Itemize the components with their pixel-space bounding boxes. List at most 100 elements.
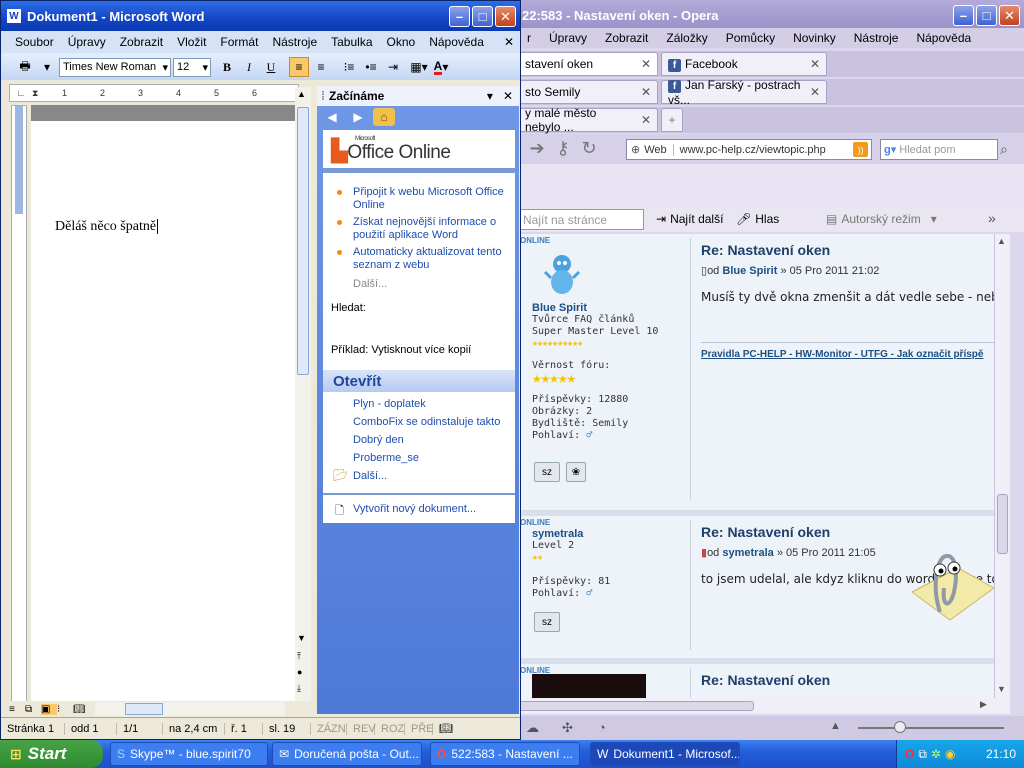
document-text[interactable]: Děláš něco špatně [55,219,162,235]
menu-item-edit[interactable]: Úpravy [61,35,113,49]
menu-item[interactable]: r [518,31,540,45]
menu-item-help[interactable]: Nápověda [907,31,980,45]
close-document-icon[interactable]: ✕ [497,35,520,49]
maximize-button[interactable]: □ [976,5,997,26]
status-ext[interactable]: ROZ [375,722,405,735]
bullets-button[interactable]: •≡ [361,57,381,77]
google-icon[interactable]: g▾ [884,143,896,156]
minimize-button[interactable]: – [449,6,470,27]
outline-view-icon[interactable]: ⁝ [57,704,73,715]
web-view-icon[interactable]: ⧉ [25,704,41,715]
post-title[interactable]: Re: Nastavení oken [701,524,830,540]
italic-button[interactable]: I [239,57,259,77]
forward-icon[interactable]: ▶ [347,108,369,126]
forward-icon[interactable]: ➔ [524,138,550,159]
voice-button[interactable]: 🎤︎ Hlas [736,212,779,226]
grip-icon[interactable]: ⁞ [321,89,325,103]
taskbar-button-outlook[interactable]: ✉ Doručená pošta - Out... [272,742,422,766]
tab-facebook[interactable]: f Facebook ✕ [661,52,827,76]
new-tab-button[interactable]: + [661,108,683,132]
more-toolbar-icon[interactable]: » [988,210,996,226]
close-icon[interactable]: ✕ [503,89,513,103]
icq-icon[interactable]: ❀ [566,462,586,482]
find-input[interactable]: Najít na stránce [518,209,644,230]
spelling-icon[interactable]: 📖︎ [433,722,459,735]
post-title[interactable]: Re: Nastavení oken [701,672,830,688]
align-center-button[interactable]: ≡ [311,57,331,77]
author-mode-button[interactable]: ▤ Autorský režim ▾ [826,212,937,226]
menu-item-feeds[interactable]: Novinky [784,31,845,45]
menu-item-view[interactable]: Zobrazit [113,35,170,49]
borders-button[interactable]: ▦▾ [409,57,429,77]
next-page-icon[interactable]: ⤓ [297,683,301,694]
scroll-up-icon[interactable]: ▲ [297,89,306,99]
reload-icon[interactable]: ↻ [576,138,602,159]
url-field[interactable]: ⊕ Web www.pc-help.cz/viewtopic.php )) [626,139,872,160]
close-tab-icon[interactable]: ✕ [641,113,651,127]
home-icon[interactable]: ⌂ [373,108,395,126]
tab-nastaveni-oken[interactable]: stavení oken ✕ [518,52,658,76]
print-icon[interactable]: 🖶︎ [15,57,35,77]
document-canvas[interactable]: Děláš něco špatně [31,105,295,703]
font-name-select[interactable]: Times New Roman ▾ [59,57,171,77]
align-left-button[interactable]: ≡ [289,57,309,77]
recent-document[interactable]: Dobrý den [353,434,508,447]
zoom-slider-thumb[interactable] [894,721,906,733]
taskbar-button-skype[interactable]: S Skype™ - blue.spirit70 [110,742,268,766]
close-tab-icon[interactable]: ✕ [810,85,820,99]
close-button[interactable]: ✕ [495,6,516,27]
recent-document[interactable]: Proberme_se [353,452,508,465]
underline-button[interactable]: U [261,57,281,77]
menu-item-table[interactable]: Tabulka [324,35,379,49]
recent-document[interactable]: ComboFix se odinstaluje takto [353,416,508,429]
key-icon[interactable]: ⚷ [550,138,576,159]
menu-item-insert[interactable]: Vložit [170,35,213,49]
scroll-down-icon[interactable]: ▼ [997,684,1006,694]
menu-item-edit[interactable]: Úpravy [540,31,596,45]
horizontal-scrollbar[interactable] [95,702,285,716]
search-input[interactable]: g▾ Hledat pom [880,139,998,160]
link-auto-update[interactable]: Automaticky aktualizovat tento seznam z … [353,246,508,272]
font-color-button[interactable]: A ▾ [431,57,451,77]
link-latest-info[interactable]: Získat nejnovější informace o použití ap… [353,216,508,242]
settings-tray-icon[interactable]: ✲ [931,747,941,761]
horizontal-scrollbar[interactable]: ▶ [518,698,1010,714]
sig-link-mark-post[interactable]: Jak označit příspě [897,349,984,360]
browse-object-icon[interactable]: ● [297,667,302,677]
normal-view-icon[interactable]: ≡ [9,704,25,715]
zoom-slider[interactable] [858,727,1004,729]
opera-tray-icon[interactable]: O [905,747,914,761]
menu-item-format[interactable]: Formát [213,35,265,49]
recent-document[interactable]: Plyn - doplatek [353,398,508,411]
start-button[interactable]: ⊞ Start [0,740,103,768]
menu-item-tools[interactable]: Nástroje [845,31,908,45]
menu-item-view[interactable]: Zobrazit [596,31,657,45]
clock[interactable]: 21:10 [986,747,1016,761]
word-icon[interactable]: W [7,9,21,23]
menu-item-bookmarks[interactable]: Záložky [657,31,716,45]
status-rev[interactable]: REV [347,722,376,735]
tab-selector-icon[interactable]: ∟ [10,88,32,98]
scroll-thumb[interactable] [125,703,163,715]
scroll-up-icon[interactable]: ▲ [997,236,1006,246]
maximize-button[interactable]: □ [472,6,493,27]
status-ovr[interactable]: PŘE [405,722,434,735]
link-connect-office-online[interactable]: Připojit k webu Microsoft Office Online [353,186,508,212]
taskbar-button-opera[interactable]: O 522:583 - Nastavení ... [430,742,580,766]
taskbar-button-word[interactable]: W Dokument1 - Microsof... [590,742,740,766]
vertical-ruler[interactable] [11,105,27,703]
office-assistant[interactable] [902,548,998,628]
open-more-link[interactable]: Další... [353,470,508,483]
unite-icon[interactable]: ☁ [526,720,539,736]
close-button[interactable]: ✕ [999,5,1020,26]
sig-link-hwmonitor[interactable]: HW-Monitor [795,349,851,360]
scroll-thumb[interactable] [297,107,309,375]
indent-button[interactable]: ⇥ [383,57,403,77]
tab-jan-farsky[interactable]: f Jan Farský - postrach vš... ✕ [661,78,827,107]
menu-item-window[interactable]: Okno [380,35,423,49]
more-link[interactable]: Další... [353,278,508,291]
rss-icon[interactable]: )) [853,142,868,157]
new-document-link[interactable]: Vytvořit nový dokument... [353,503,508,516]
find-next-button[interactable]: ⇥ Najít další [656,212,723,226]
previous-page-icon[interactable]: ⤒ [297,651,301,662]
